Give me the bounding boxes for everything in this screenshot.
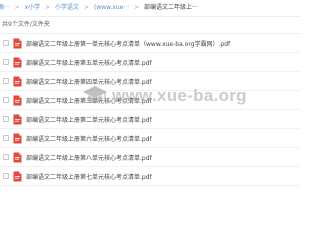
file-checkbox[interactable]	[3, 173, 9, 179]
file-checkbox[interactable]	[3, 97, 9, 103]
file-count-text: 共9个文件/文件夹	[2, 21, 50, 28]
breadcrumb: 源··· > x小学 > 小学语文 > (www.xue··· > 部编语文二年…	[0, 0, 300, 16]
file-row[interactable]: 部编语文二年级上册第一单元核心考点清单（www.xue-ba.org学霸网）.p…	[0, 34, 300, 53]
file-checkbox[interactable]	[3, 59, 9, 65]
pdf-file-icon	[13, 95, 22, 105]
file-row[interactable]: 部编语文二年级上册第七单元核心考点清单.pdf	[0, 167, 300, 186]
file-row[interactable]: 部编语文二年级上册第八单元核心考点清单.pdf	[0, 148, 300, 167]
breadcrumb-item-current: 部编语文二年级上···	[144, 4, 198, 11]
breadcrumb-separator: >	[45, 4, 51, 11]
file-name[interactable]: 部编语文二年级上册第七单元核心考点清单.pdf	[26, 172, 152, 181]
breadcrumb-item-site-folder[interactable]: (www.xue···	[94, 0, 129, 16]
pdf-file-icon	[13, 76, 22, 86]
file-row[interactable]: 部编语文二年级上册第四单元核心考点清单.pdf	[0, 72, 300, 91]
pdf-file-icon	[13, 38, 22, 48]
file-row[interactable]: 部编语文二年级上册第六单元核心考点清单.pdf	[0, 129, 300, 148]
pdf-file-icon	[13, 57, 22, 67]
file-list: 部编语文二年级上册第一单元核心考点清单（www.xue-ba.org学霸网）.p…	[0, 34, 300, 186]
file-name[interactable]: 部编语文二年级上册第五单元核心考点清单.pdf	[26, 58, 152, 67]
file-checkbox[interactable]	[3, 78, 9, 84]
pdf-file-icon	[13, 114, 22, 124]
breadcrumb-separator: >	[134, 4, 140, 11]
file-name[interactable]: 部编语文二年级上册第六单元核心考点清单.pdf	[26, 134, 152, 143]
breadcrumb-item-chinese[interactable]: 小学语文	[55, 0, 79, 16]
file-name[interactable]: 部编语文二年级上册第一单元核心考点清单（www.xue-ba.org学霸网）.p…	[26, 39, 230, 48]
pdf-file-icon	[13, 133, 22, 143]
file-row[interactable]: 部编语文二年级上册第三单元核心考点清单.pdf	[0, 91, 300, 110]
breadcrumb-separator: >	[14, 4, 20, 11]
file-checkbox[interactable]	[3, 40, 9, 46]
file-checkbox[interactable]	[3, 116, 9, 122]
breadcrumb-separator: >	[83, 4, 90, 11]
file-checkbox[interactable]	[3, 135, 9, 141]
file-row[interactable]: 部编语文二年级上册第二单元核心考点清单.pdf	[0, 110, 300, 129]
file-row[interactable]: 部编语文二年级上册第五单元核心考点清单.pdf	[0, 53, 300, 72]
file-name[interactable]: 部编语文二年级上册第三单元核心考点清单.pdf	[26, 96, 152, 105]
file-name[interactable]: 部编语文二年级上册第二单元核心考点清单.pdf	[26, 115, 152, 124]
file-name[interactable]: 部编语文二年级上册第四单元核心考点清单.pdf	[26, 77, 152, 86]
file-name[interactable]: 部编语文二年级上册第八单元核心考点清单.pdf	[26, 153, 152, 162]
file-count-bar: 共9个文件/文件夹	[0, 16, 300, 34]
pdf-file-icon	[13, 152, 22, 162]
pdf-file-icon	[13, 171, 22, 181]
file-checkbox[interactable]	[3, 154, 9, 160]
breadcrumb-item-primary-school[interactable]: x小学	[25, 0, 41, 16]
breadcrumb-item-root[interactable]: 源···	[0, 0, 10, 16]
